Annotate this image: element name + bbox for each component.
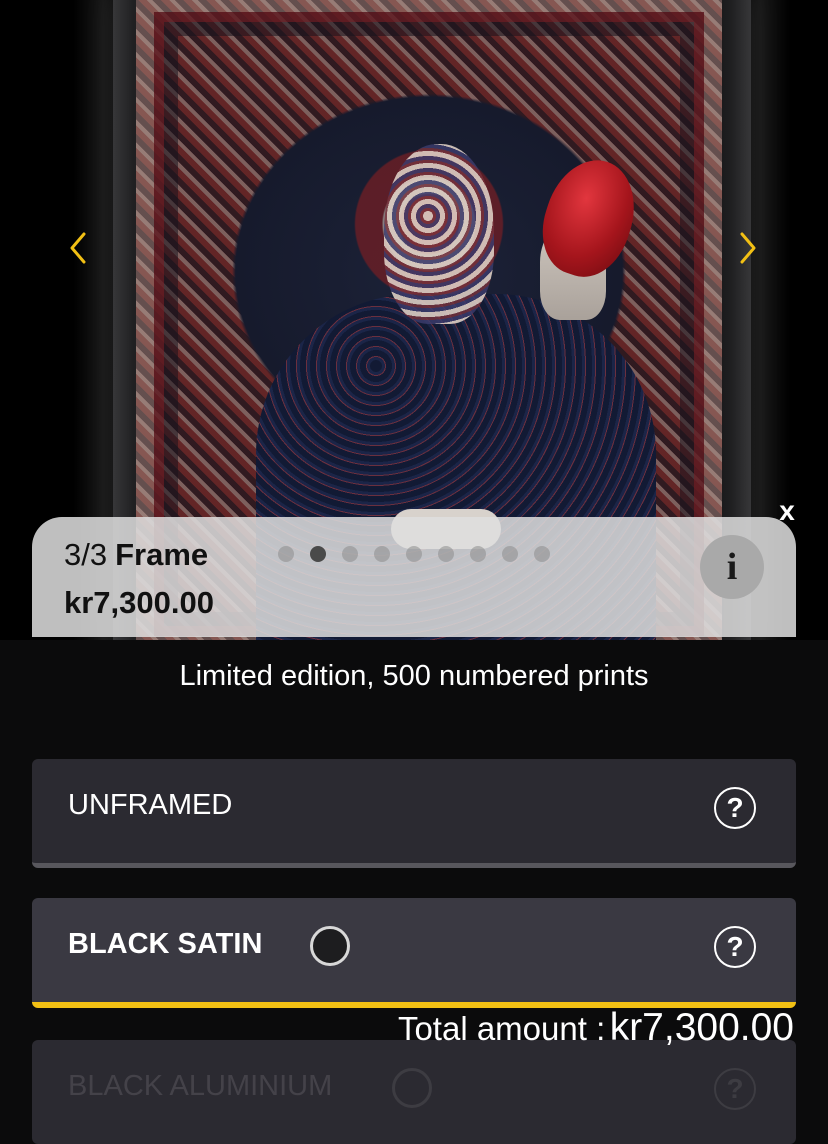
color-swatch — [310, 926, 350, 966]
total-value: kr7,300.00 — [609, 1006, 794, 1049]
step-title: Frame — [115, 537, 209, 572]
edition-description: Limited edition, 500 numbered prints — [179, 660, 649, 692]
color-swatch — [392, 1068, 432, 1108]
help-icon[interactable]: ? — [714, 1068, 756, 1110]
total-label: Total amount : — [397, 1010, 606, 1047]
pager-dot[interactable] — [438, 546, 454, 562]
chevron-right-icon — [740, 232, 756, 264]
info-button[interactable]: i — [700, 535, 764, 599]
chevron-left-icon — [70, 232, 86, 264]
pager-dot[interactable] — [342, 546, 358, 562]
option-black-satin[interactable]: BLACK SATIN ? — [32, 898, 796, 1008]
pager-dot[interactable] — [502, 546, 518, 562]
product-info-card: 3/3 Frame kr7,300.00 i — [32, 517, 796, 637]
help-icon[interactable]: ? — [714, 787, 756, 829]
pager-dot[interactable] — [374, 546, 390, 562]
option-unframed[interactable]: UNFRAMED ? — [32, 759, 796, 868]
next-image-button[interactable] — [730, 228, 766, 268]
option-black-aluminium[interactable]: BLACK ALUMINIUM ? — [32, 1040, 796, 1144]
total-amount: Total amount : kr7,300.00 — [398, 1006, 794, 1050]
step-counter: 3/3 — [64, 537, 108, 572]
pager-dot[interactable] — [470, 546, 486, 562]
previous-image-button[interactable] — [60, 228, 96, 268]
product-price: kr7,300.00 — [64, 585, 214, 620]
pager-dot[interactable] — [534, 546, 550, 562]
option-label: UNFRAMED — [68, 789, 233, 821]
option-label: BLACK SATIN — [68, 928, 263, 960]
option-label: BLACK ALUMINIUM — [68, 1070, 333, 1102]
image-pager — [278, 546, 550, 562]
step-heading: 3/3 Frame — [64, 537, 208, 573]
pager-dot[interactable] — [406, 546, 422, 562]
pager-dot[interactable] — [310, 546, 326, 562]
pager-dot[interactable] — [278, 546, 294, 562]
help-icon[interactable]: ? — [714, 926, 756, 968]
